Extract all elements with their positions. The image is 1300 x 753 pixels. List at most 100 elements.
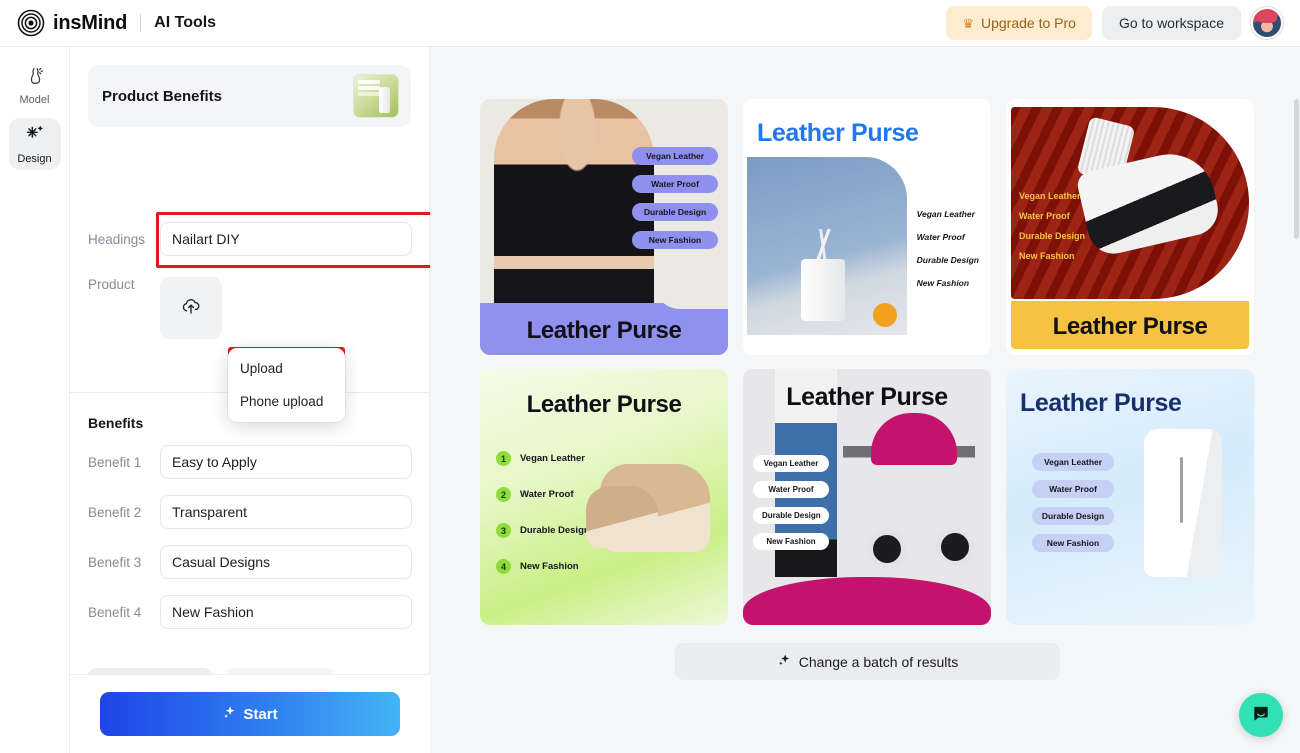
- panel-footer: Start: [70, 674, 430, 753]
- benefit-text: Vegan Leather: [916, 209, 975, 219]
- top-bar: insMind AI Tools ♛ Upgrade to Pro Go to …: [0, 0, 1300, 47]
- avatar[interactable]: [1251, 7, 1283, 39]
- card-heading: Leather Purse: [757, 119, 919, 147]
- product-row: Product: [70, 277, 430, 339]
- benefit-row: 2 Water Proof: [496, 487, 590, 502]
- chat-bubble-icon: [1251, 703, 1271, 728]
- result-card-stroller-magenta[interactable]: Leather Purse Vegan Leather Water Proof …: [743, 369, 991, 625]
- benefit-text: Durable Design: [916, 255, 979, 265]
- benefit-row: Benefit 3: [70, 545, 430, 579]
- benefit-text: Durable Design: [520, 525, 590, 536]
- upgrade-to-pro-label: Upgrade to Pro: [980, 15, 1076, 31]
- benefit-pill: Durable Design: [1032, 507, 1114, 525]
- benefit-pill: Water Proof: [1032, 480, 1114, 498]
- benefit-text: New Fashion: [916, 278, 970, 288]
- job-card[interactable]: Product Benefits: [88, 65, 411, 127]
- benefit-text: Water Proof: [916, 232, 965, 242]
- rail-item-design[interactable]: Design: [8, 118, 61, 170]
- result-card-knifeblock-blue[interactable]: Leather Purse Vegan Leather Water Proof …: [743, 99, 991, 355]
- headings-input[interactable]: [160, 222, 412, 256]
- card-heading: Leather Purse: [1052, 313, 1208, 340]
- stroller-wheel: [935, 527, 975, 567]
- start-label: Start: [243, 705, 278, 723]
- menu-item-phone-upload-label: Phone upload: [240, 394, 324, 409]
- benefit-4-input[interactable]: [160, 595, 412, 629]
- card-footer-band: [743, 577, 991, 625]
- rail-item-design-label: Design: [17, 152, 52, 165]
- change-batch-button[interactable]: Change a batch of results: [675, 643, 1060, 680]
- rail-item-model[interactable]: Model: [9, 60, 61, 112]
- start-button[interactable]: Start: [100, 692, 400, 736]
- magic-wand-icon: [24, 124, 45, 150]
- top-bar-actions: ♛ Upgrade to Pro Go to workspace: [946, 6, 1283, 40]
- batch-action-row: Change a batch of results: [480, 643, 1255, 680]
- benefit-row: 4 New Fashion: [496, 559, 590, 574]
- product-photo: [494, 99, 654, 317]
- results-grid: Vegan Leather Water Proof Durable Design…: [480, 99, 1255, 625]
- benefit-row: 1 Vegan Leather: [496, 451, 590, 466]
- sparkle-icon: [777, 653, 791, 670]
- result-card-model-purple[interactable]: Vegan Leather Water Proof Durable Design…: [480, 99, 728, 355]
- card-heading: Leather Purse: [786, 383, 948, 411]
- benefit-pill-list: Vegan Leather Water Proof Durable Design…: [1032, 453, 1114, 552]
- product-photo: [1144, 429, 1222, 577]
- go-to-workspace-label: Go to workspace: [1118, 15, 1224, 31]
- benefit-text: Durable Design: [1019, 231, 1086, 241]
- cloud-upload-icon: [180, 295, 202, 322]
- benefit-text: Vegan Leather: [1019, 191, 1081, 201]
- section-title: AI Tools: [154, 14, 217, 31]
- results-scrollbar[interactable]: [1294, 99, 1299, 239]
- insmind-logo-icon: [17, 9, 45, 37]
- benefit-pill-list: Vegan Leather Water Proof Durable Design…: [753, 455, 829, 550]
- job-title: Product Benefits: [102, 87, 223, 105]
- sparkle-icon: [222, 705, 237, 724]
- benefit-2-input[interactable]: [160, 495, 412, 529]
- benefit-list: Vegan Leather Water Proof Durable Design…: [1019, 191, 1085, 261]
- benefit-pill: New Fashion: [1032, 534, 1114, 552]
- menu-item-upload-label: Upload: [240, 361, 283, 376]
- benefit-2-label: Benefit 2: [88, 504, 142, 520]
- brand-divider: [140, 14, 142, 32]
- benefit-pill: Water Proof: [753, 481, 829, 498]
- benefit-1-label: Benefit 1: [88, 454, 142, 470]
- menu-item-phone-upload[interactable]: Phone upload: [228, 385, 345, 418]
- benefit-number: 2: [496, 487, 511, 502]
- benefit-pill: Durable Design: [753, 507, 829, 524]
- go-to-workspace-button[interactable]: Go to workspace: [1101, 6, 1241, 40]
- upgrade-to-pro-button[interactable]: ♛ Upgrade to Pro: [946, 6, 1092, 40]
- settings-panel-scroll: Product Benefits Headings Product: [70, 65, 480, 753]
- headings-row: Headings: [70, 222, 430, 256]
- benefit-row: Benefit 1: [70, 445, 430, 479]
- result-card-boots-green[interactable]: Leather Purse 1 Vegan Leather 2 Water Pr…: [480, 369, 728, 625]
- chat-widget-button[interactable]: [1239, 693, 1283, 737]
- benefit-3-input[interactable]: [160, 545, 412, 579]
- product-upload-box[interactable]: [160, 277, 222, 339]
- result-card-sneakers-red[interactable]: Vegan Leather Water Proof Durable Design…: [1006, 99, 1254, 355]
- results-area: Vegan Leather Water Proof Durable Design…: [430, 47, 1300, 753]
- card-heading: Leather Purse: [1020, 389, 1182, 417]
- card-heading: Leather Purse: [526, 391, 682, 418]
- app-root: insMind AI Tools ♛ Upgrade to Pro Go to …: [0, 0, 1300, 753]
- brand[interactable]: insMind AI Tools: [17, 9, 216, 37]
- benefit-text: New Fashion: [1019, 251, 1075, 261]
- product-photo: [747, 157, 907, 335]
- benefit-text: New Fashion: [520, 561, 579, 572]
- benefit-row: Benefit 2: [70, 495, 430, 529]
- product-photo: [586, 464, 710, 552]
- benefits-section-title: Benefits: [88, 415, 144, 431]
- benefit-text: Water Proof: [1019, 211, 1070, 221]
- benefit-list: 1 Vegan Leather 2 Water Proof 3 Durable …: [496, 451, 590, 574]
- rail-item-model-label: Model: [19, 94, 50, 106]
- benefit-pill: Vegan Leather: [632, 147, 718, 165]
- result-card-humidifier-blue[interactable]: Leather Purse Vegan Leather Water Proof …: [1006, 369, 1254, 625]
- benefit-pill-list: Vegan Leather Water Proof Durable Design…: [632, 147, 718, 249]
- brand-name: insMind: [53, 11, 128, 34]
- stroller-wheel: [867, 529, 907, 569]
- benefit-1-input[interactable]: [160, 445, 412, 479]
- benefit-pill: Vegan Leather: [1032, 453, 1114, 471]
- benefit-number: 4: [496, 559, 511, 574]
- menu-item-upload[interactable]: Upload: [228, 352, 345, 385]
- product-label: Product: [88, 277, 135, 292]
- upload-dropdown-menu: Upload Phone upload: [228, 348, 345, 422]
- job-thumbnail: [353, 74, 399, 118]
